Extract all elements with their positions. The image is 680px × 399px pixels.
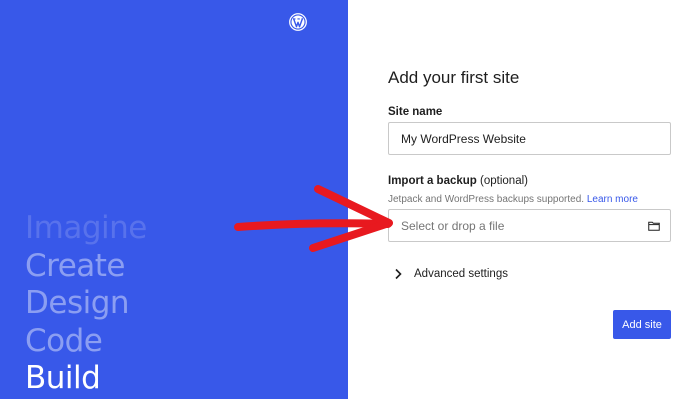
folder-icon xyxy=(648,221,660,231)
advanced-settings-label: Advanced settings xyxy=(414,268,508,280)
hero-word-imagine: Imagine xyxy=(25,210,147,246)
hero-word-code: Code xyxy=(25,322,103,359)
file-drop-placeholder: Select or drop a file xyxy=(401,218,505,233)
hero-word-create: Create xyxy=(25,247,126,284)
backup-file-dropzone[interactable]: Select or drop a file xyxy=(388,209,671,242)
hero-word-design: Design xyxy=(25,285,130,321)
import-backup-label-text: Import a backup xyxy=(388,175,477,187)
learn-more-link[interactable]: Learn more xyxy=(587,194,638,205)
optional-text: (optional) xyxy=(480,175,528,187)
backup-help-text: Jetpack and WordPress backups supported.… xyxy=(388,194,638,205)
hero-word-build: Build xyxy=(25,360,101,396)
site-name-label: Site name xyxy=(388,106,443,118)
add-site-button[interactable]: Add site xyxy=(613,310,671,339)
add-site-form: Add your first site Site name Import a b… xyxy=(348,0,680,399)
import-backup-label: Import a backup (optional) xyxy=(388,175,528,187)
chevron-right-icon xyxy=(395,268,402,280)
advanced-settings-toggle[interactable]: Advanced settings xyxy=(394,268,508,280)
hero-word-stack: Imagine Create Design Code Build xyxy=(25,210,147,398)
brand-panel: Imagine Create Design Code Build xyxy=(0,0,348,399)
wordpress-logo-icon xyxy=(289,13,307,31)
site-name-input[interactable] xyxy=(388,122,671,155)
form-title: Add your first site xyxy=(388,68,520,87)
backup-help-description: Jetpack and WordPress backups supported. xyxy=(388,194,585,205)
